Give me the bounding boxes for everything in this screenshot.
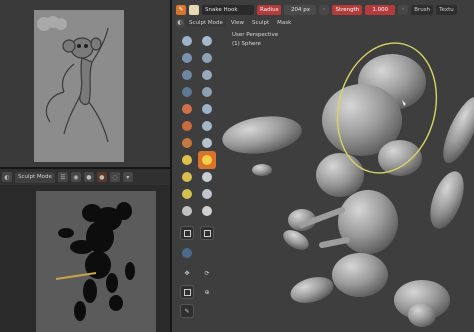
clay-tool[interactable] <box>180 51 194 65</box>
strength-pressure-icon[interactable]: ◦ <box>398 4 409 15</box>
grab-tool[interactable] <box>180 153 194 167</box>
rotate-tool[interactable] <box>200 187 214 201</box>
sculpt-toolbar: ✥ ⟳ ⊕ ✎ <box>174 28 220 332</box>
transform-icon[interactable]: ⊕ <box>200 285 214 299</box>
radius-label: Radius <box>257 4 282 15</box>
monkey-silhouette <box>36 191 156 332</box>
pinch-tool[interactable] <box>200 136 214 150</box>
slide-relax-tool[interactable] <box>180 204 194 218</box>
box-hide-tool[interactable] <box>180 246 194 260</box>
snake-hook-tool[interactable] <box>198 151 216 169</box>
viewport-menu-bar: ◐ Sculpt Mode View Sculpt Mask <box>172 17 474 28</box>
crease-tool[interactable] <box>200 85 214 99</box>
draw-sharp-tool[interactable] <box>200 34 214 48</box>
options-icon[interactable]: ▾ <box>122 172 133 182</box>
silhouette-render <box>36 191 156 332</box>
layer-tool[interactable] <box>180 68 194 82</box>
pose-tool[interactable] <box>200 170 214 184</box>
sculpt-menu[interactable]: Sculpt <box>249 19 272 27</box>
mask-tool[interactable] <box>180 226 194 240</box>
thumb-tool[interactable] <box>180 170 194 184</box>
sculpt-mode-icon[interactable]: ◐ <box>176 18 184 27</box>
rotate-gizmo-icon[interactable]: ⟳ <box>200 266 214 280</box>
bottom-mode-dropdown[interactable]: Sculpt Mode <box>15 171 55 183</box>
reference-drawing <box>34 10 124 162</box>
view-menu[interactable]: View <box>228 19 247 27</box>
active-object-label: (1) Sphere <box>232 41 261 47</box>
annotate-icon[interactable]: ✎ <box>180 304 194 318</box>
smooth-tool[interactable] <box>180 102 194 116</box>
tool-settings-header: ✎ Snake Hook Radius 204 px ◦ Strength 1.… <box>172 3 474 16</box>
brush-name-field[interactable]: Snake Hook <box>202 4 254 15</box>
fill-tool[interactable] <box>180 119 194 133</box>
clay-strips-tool[interactable] <box>200 51 214 65</box>
silhouette-viewport: ◐ Sculpt Mode ☰ ◉ ● ● ◌ ▾ <box>0 167 172 332</box>
blob-tool[interactable] <box>180 85 194 99</box>
strength-field[interactable]: 1.000 <box>365 4 396 15</box>
radius-pressure-icon[interactable]: ◦ <box>319 4 330 15</box>
scale-gizmo-icon[interactable] <box>180 285 194 299</box>
view-perspective-label: User Perspective <box>232 32 279 38</box>
mask-menu[interactable]: Mask <box>274 19 294 27</box>
brush-tool-icon[interactable]: ✎ <box>176 4 186 15</box>
shading-material-icon[interactable]: ● <box>96 172 107 182</box>
hamburger-menu-icon[interactable]: ☰ <box>57 172 68 182</box>
brush-menu[interactable]: Brush <box>411 4 434 15</box>
nudge-tool[interactable] <box>180 187 194 201</box>
sculpt-mode-icon[interactable]: ◐ <box>2 172 12 182</box>
monkey-sketch-image <box>34 10 124 162</box>
strength-label: Strength <box>332 4 363 15</box>
shading-render-icon[interactable]: ◌ <box>109 172 120 182</box>
flatten-tool[interactable] <box>200 102 214 116</box>
blender-window: ◐ Sculpt Mode ☰ ◉ ● ● ◌ ▾ ✎ Snake Hook R… <box>0 0 474 332</box>
brush-preview-icon[interactable] <box>189 4 199 15</box>
radius-field[interactable]: 204 px <box>284 4 317 15</box>
inflate-tool[interactable] <box>200 68 214 82</box>
texture-menu[interactable]: Textu <box>436 4 457 15</box>
shading-solid-icon[interactable]: ● <box>83 172 94 182</box>
reference-image-editor <box>0 0 172 167</box>
move-gizmo-icon[interactable]: ✥ <box>180 266 194 280</box>
boundary-tool[interactable] <box>200 204 214 218</box>
multiplane-scrape-tool[interactable] <box>180 136 194 150</box>
scrape-tool[interactable] <box>200 119 214 133</box>
bottom-pane-header: ◐ Sculpt Mode ☰ ◉ ● ● ◌ ▾ <box>0 169 170 185</box>
3d-viewport[interactable]: ✎ Snake Hook Radius 204 px ◦ Strength 1.… <box>172 0 474 332</box>
mode-dropdown[interactable]: Sculpt Mode <box>186 18 226 27</box>
box-mask-tool[interactable] <box>200 226 214 240</box>
draw-tool[interactable] <box>180 34 194 48</box>
overlay-toggle-icon[interactable]: ◉ <box>70 172 81 182</box>
